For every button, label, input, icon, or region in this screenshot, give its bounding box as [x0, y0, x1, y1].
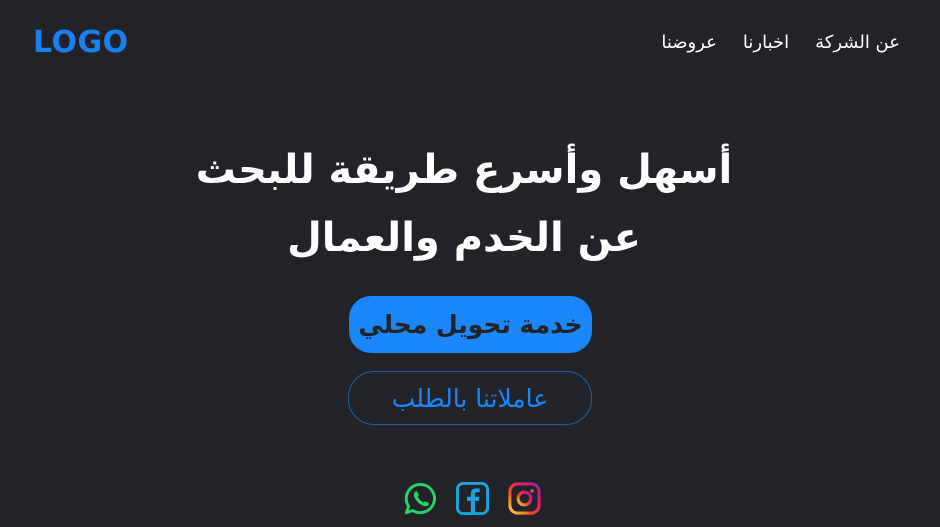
whatsapp-icon[interactable]	[403, 481, 438, 516]
workers-on-demand-button[interactable]: عاملاتنا بالطلب	[348, 371, 592, 425]
local-transfer-button[interactable]: خدمة تحويل محلي	[349, 296, 592, 353]
nav-item-offers[interactable]: عروضنا	[661, 30, 717, 56]
hero-headline-line-1: أسهل وأسرع طريقة للبحث	[195, 147, 733, 193]
hero-headline-line-2: عن الخدم والعمال	[287, 215, 641, 261]
facebook-icon[interactable]	[455, 481, 490, 516]
main-nav: عن الشركة اخبارنا عروضنا	[661, 30, 900, 56]
instagram-icon[interactable]	[507, 481, 542, 516]
social-links	[403, 481, 542, 516]
hero-headline: أسهل وأسرع طريقة للبحث عن الخدم والعمال	[0, 136, 928, 272]
nav-item-about[interactable]: عن الشركة	[815, 30, 900, 56]
page: LOGO عن الشركة اخبارنا عروضنا أسهل وأسرع…	[0, 0, 940, 527]
logo[interactable]: LOGO	[33, 24, 129, 62]
nav-item-news[interactable]: اخبارنا	[743, 30, 789, 56]
